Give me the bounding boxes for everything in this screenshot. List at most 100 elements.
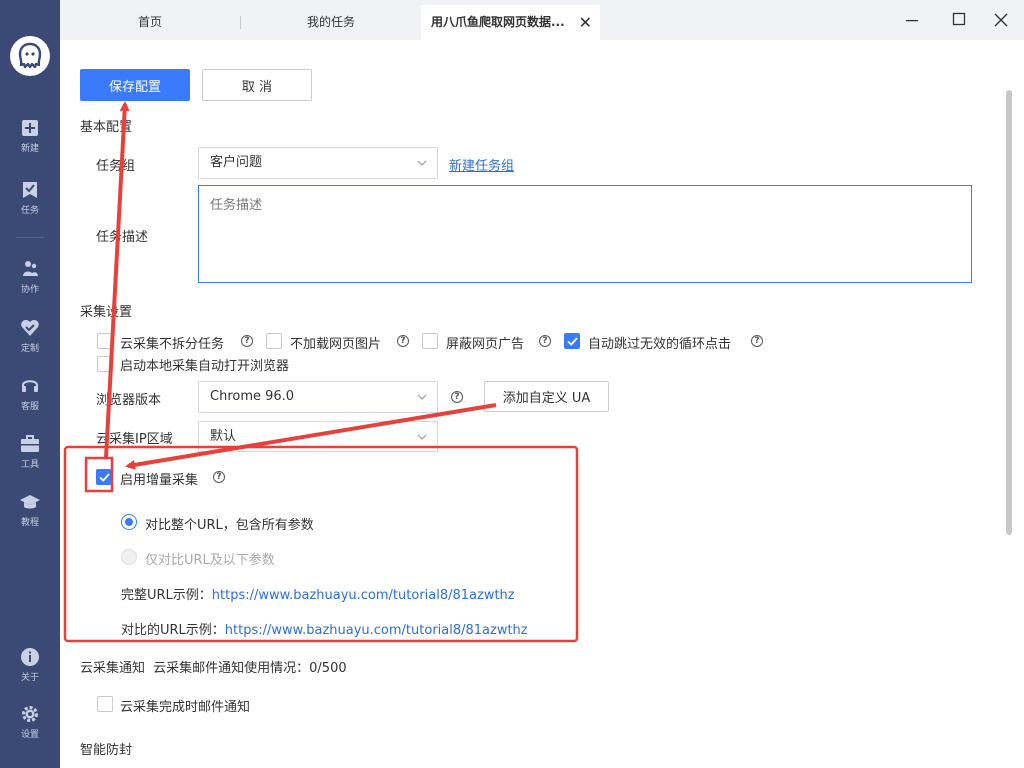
toolbox-icon: [21, 435, 39, 452]
app-window: 新建 任务 协作 定制 客服 工具 教程 关于 设置 首页 我的任务 用八爪鱼爬…: [0, 0, 1024, 768]
sidebar-item-collab[interactable]: 协作: [0, 259, 60, 309]
browser-version-label: 浏览器版本: [96, 393, 162, 408]
maximize-icon[interactable]: [947, 8, 971, 32]
task-group-select[interactable]: 客户问题: [198, 147, 438, 179]
checkbox-label: 自动跳过无效的循环点击: [588, 337, 732, 352]
task-group-label: 任务组: [96, 159, 136, 174]
radio-full-url[interactable]: [121, 514, 137, 530]
sidebar-item-label: 关于: [20, 673, 39, 683]
checkmark-icon: [567, 337, 578, 346]
select-value: 默认: [210, 429, 237, 444]
headset-icon: [22, 380, 38, 392]
tab-home[interactable]: 首页: [60, 5, 240, 40]
help-icon[interactable]: ?: [241, 335, 253, 347]
tab-bar: 首页 我的任务 用八爪鱼爬取网页数据... ✕: [60, 0, 1024, 40]
tab-label: 用八爪鱼爬取网页数据...: [431, 15, 565, 29]
example-url: https://www.bazhuayu.com/tutorial8/81azw…: [224, 623, 528, 638]
help-icon[interactable]: ?: [397, 335, 409, 347]
tab-current-task[interactable]: 用八爪鱼爬取网页数据... ✕: [421, 5, 600, 40]
task-desc-textarea[interactable]: [198, 185, 972, 283]
sidebar-item-label: 协作: [20, 285, 39, 295]
graduation-cap-icon: [20, 495, 40, 509]
sidebar-divider: [16, 237, 44, 238]
checkbox-label: 云采集不拆分任务: [120, 337, 225, 352]
select-value: 客户问题: [210, 155, 263, 170]
checkbox-incremental[interactable]: [96, 469, 112, 485]
cancel-button[interactable]: 取 消: [202, 69, 312, 101]
checkbox-label: 云采集完成时邮件通知: [120, 700, 251, 715]
example-url: https://www.bazhuayu.com/tutorial8/81azw…: [211, 588, 515, 603]
info-icon: [21, 648, 39, 666]
email-usage-text: 云采集邮件通知使用情况：0/500: [153, 661, 347, 676]
help-icon[interactable]: ?: [213, 471, 225, 483]
sidebar-item-label: 教程: [20, 518, 39, 528]
full-url-example: 完整URL示例：https://www.bazhuayu.com/tutoria…: [121, 584, 515, 603]
chevron-down-icon: [417, 394, 427, 400]
section-title-collect: 采集设置: [80, 305, 133, 320]
main-content: 保存配置 取 消 基本配置 任务组 客户问题 新建任务组 任务描述 采集设置 云…: [60, 40, 1024, 768]
checkbox-label: 启用增量采集: [120, 473, 199, 488]
custom-heart-icon: [21, 320, 39, 336]
checkbox-no-images[interactable]: [266, 333, 282, 349]
save-config-button[interactable]: 保存配置: [80, 69, 190, 101]
octopus-logo-icon[interactable]: [10, 36, 50, 76]
window-close-icon[interactable]: [989, 8, 1013, 32]
browser-version-select[interactable]: Chrome 96.0: [198, 381, 438, 413]
tab-label: 首页: [137, 15, 162, 29]
checkbox-block-ads[interactable]: [422, 333, 438, 349]
help-icon[interactable]: ?: [751, 335, 763, 347]
ip-region-select[interactable]: 默认: [198, 421, 438, 452]
task-check-icon: [23, 182, 37, 198]
scrollbar-thumb[interactable]: [1006, 90, 1012, 535]
chevron-down-icon: [417, 160, 427, 166]
checkbox-no-split[interactable]: [97, 333, 113, 349]
plus-square-icon: [22, 120, 38, 136]
checkbox-label: 启动本地采集自动打开浏览器: [120, 359, 290, 374]
checkbox-label: 屏蔽网页广告: [446, 337, 525, 352]
sidebar-item-support[interactable]: 客服: [0, 376, 60, 426]
sidebar-item-label: 设置: [20, 730, 39, 740]
sidebar-item-about[interactable]: 关于: [0, 647, 60, 697]
radio-label: 对比整个URL，包含所有参数: [145, 518, 314, 533]
sidebar-item-label: 客服: [20, 402, 39, 412]
section-title-basic: 基本配置: [80, 120, 133, 135]
help-icon[interactable]: ?: [451, 391, 463, 403]
example-label: 完整URL示例：: [121, 588, 212, 603]
tab-label: 我的任务: [306, 15, 355, 29]
radio-label: 仅对比URL及以下参数: [145, 553, 275, 568]
minimize-icon[interactable]: [900, 8, 924, 32]
sidebar: 新建 任务 协作 定制 客服 工具 教程 关于 设置: [0, 0, 60, 768]
cloud-notify-row: 云采集通知 云采集邮件通知使用情况：0/500: [80, 657, 347, 676]
example-label: 对比的URL示例：: [121, 623, 225, 638]
select-value: Chrome 96.0: [210, 389, 295, 404]
sidebar-item-label: 定制: [20, 344, 39, 354]
sidebar-item-label: 任务: [20, 206, 39, 216]
checkbox-label: 不加载网页图片: [290, 337, 382, 352]
add-custom-ua-button[interactable]: 添加自定义 UA: [484, 381, 609, 412]
compare-url-example: 对比的URL示例：https://www.bazhuayu.com/tutori…: [121, 619, 528, 638]
sidebar-item-tutorial[interactable]: 教程: [0, 492, 60, 542]
new-task-group-link[interactable]: 新建任务组: [449, 155, 514, 174]
tab-my-tasks[interactable]: 我的任务: [241, 5, 421, 40]
sidebar-item-label: 新建: [20, 144, 39, 154]
help-icon[interactable]: ?: [539, 335, 551, 347]
sidebar-item-tools[interactable]: 工具: [0, 434, 60, 484]
section-title-anti-block: 智能防封: [80, 743, 133, 758]
sidebar-item-settings[interactable]: 设置: [0, 704, 60, 754]
ip-region-label: 云采集IP区域: [96, 432, 173, 447]
tab-close-icon[interactable]: ✕: [579, 5, 592, 40]
checkbox-skip-invalid-loop[interactable]: [564, 333, 580, 349]
section-title-notify: 云采集通知: [80, 661, 146, 676]
checkbox-auto-open-browser[interactable]: [97, 356, 113, 372]
sidebar-item-new[interactable]: 新建: [0, 118, 60, 168]
sidebar-item-label: 工具: [20, 460, 39, 470]
gear-icon: [22, 706, 38, 722]
task-desc-label: 任务描述: [96, 230, 149, 245]
checkmark-icon: [99, 473, 110, 482]
checkbox-email-notify[interactable]: [97, 696, 113, 712]
collaboration-icon: [23, 261, 38, 276]
sidebar-item-task[interactable]: 任务: [0, 180, 60, 230]
chevron-down-icon: [417, 434, 427, 440]
sidebar-item-custom[interactable]: 定制: [0, 318, 60, 368]
radio-url-params[interactable]: [121, 549, 137, 565]
